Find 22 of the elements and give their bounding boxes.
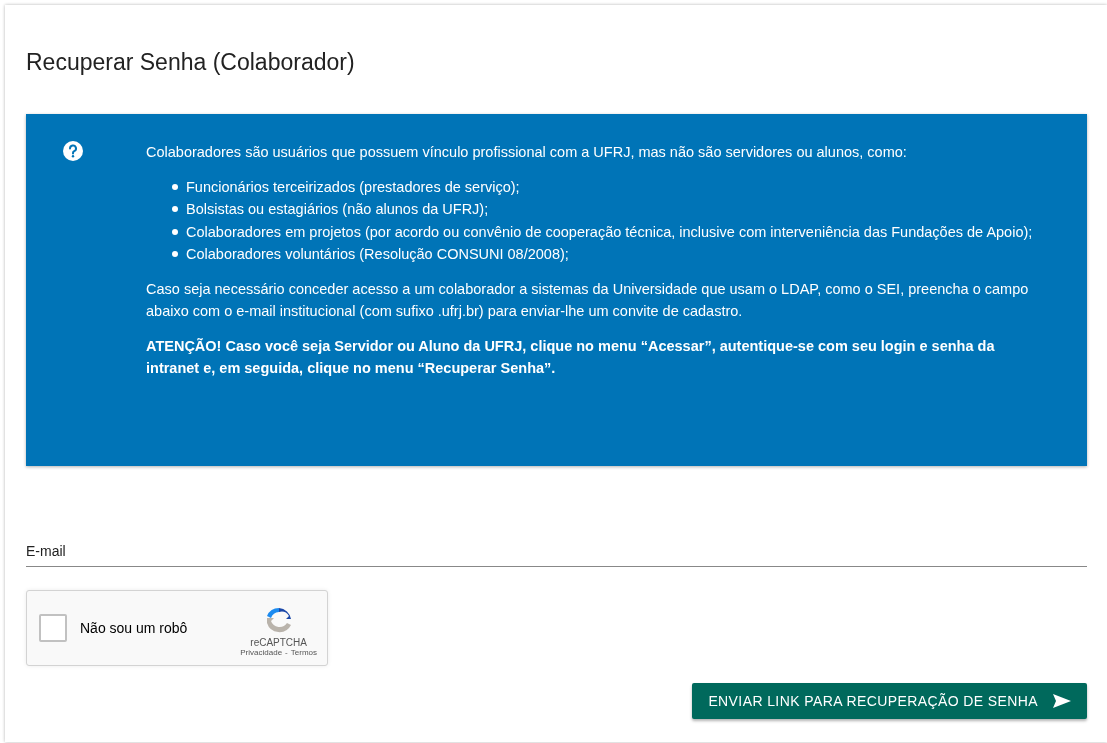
email-field[interactable]: E-mail <box>26 536 1087 567</box>
bullet-icon <box>172 228 178 235</box>
bullet-icon <box>172 183 178 190</box>
send-link-button[interactable]: ENVIAR LINK PARA RECUPERAÇÃO DE SENHA <box>692 683 1087 719</box>
info-paragraph: ATENÇÃO! Caso você seja Servidor ou Aluno da UFRJ, clique no menu “Acessar”, autentique-se com seu login e senha da intranet e, em seguida, clique no menu “Recuperar Senha”. <box>146 336 996 378</box>
list-item-text: Colaboradores em projetos (por acordo ou convênio de cooperação técnica, inclusive com interveniência das Fundações de Apoio); <box>186 222 1033 242</box>
terms-link[interactable]: Termos <box>290 648 317 657</box>
list-item-text: Colaboradores voluntários (Resolução CONSUNI 08/2008); <box>186 245 569 264</box>
bullet-icon <box>172 206 178 212</box>
recaptcha-brand: reCAPTCHA <box>250 637 307 648</box>
page-title: Recuperar Senha (Colaborador) <box>26 48 356 77</box>
list-item-text: Bolsistas ou estagiários (não alunos da UFRJ); <box>186 200 489 219</box>
info-paragraph: Caso seja necessário conceder acesso a um colaborador a sistemas da Universidade que usam o LDAP, como o SEI, preencha o campo abaixo com o e-mail institucional (com sufixo .ufrj.br) para enviar-lhe um convite de cadastro. <box>146 279 1030 321</box>
bullet-icon <box>172 251 178 257</box>
help-icon <box>63 141 83 161</box>
captcha-checkbox[interactable] <box>39 614 67 642</box>
list-item-text: Funcionários terceirizados (prestadores de serviço); <box>186 177 520 197</box>
captcha-label: Não sou um robô <box>80 620 189 636</box>
intro-text: Colaboradores são usuários que possuem vínculo profissional com a UFRJ, mas não são servidores ou alunos, como: <box>146 143 908 162</box>
privacy-link[interactable]: Privacidade <box>240 648 283 657</box>
send-icon <box>1052 693 1072 709</box>
link-separator: - <box>285 648 288 657</box>
